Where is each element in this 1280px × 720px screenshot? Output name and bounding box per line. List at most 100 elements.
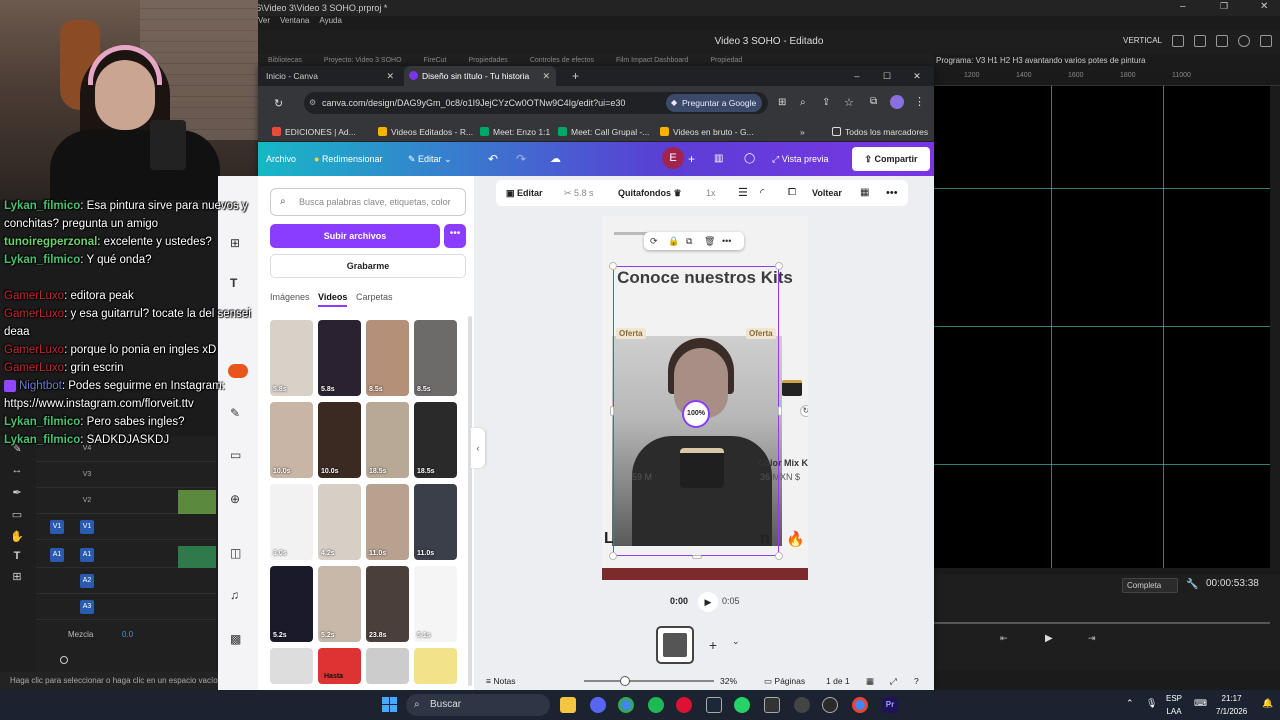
minimize-icon[interactable]: – xyxy=(842,66,872,86)
chat-username[interactable]: tunoiregperzonal xyxy=(4,236,97,248)
undo-icon[interactable]: ↶ xyxy=(488,142,498,176)
resize-handle[interactable] xyxy=(778,406,782,416)
track-label[interactable]: A1 xyxy=(80,548,94,562)
hand-icon[interactable]: ✋ xyxy=(10,530,24,543)
rotate-handle-icon[interactable]: ↻ xyxy=(800,405,808,417)
resize-handle[interactable] xyxy=(609,552,617,560)
video-thumbnail[interactable]: 8.5s xyxy=(366,320,409,396)
help-icon[interactable]: ? xyxy=(914,676,919,686)
file-explorer-icon[interactable] xyxy=(560,697,576,713)
archivo-menu[interactable]: Archivo xyxy=(266,142,296,176)
ripple-icon[interactable]: ↔ xyxy=(10,464,24,476)
minimize-icon[interactable]: – xyxy=(1180,1,1186,12)
extensions-icon[interactable]: ⧉ xyxy=(870,96,877,107)
upload-files-button[interactable]: Subir archivos xyxy=(270,224,440,248)
tray-chevron-icon[interactable]: ⌃ xyxy=(1126,698,1134,709)
app-icon[interactable] xyxy=(676,697,692,713)
replace-icon[interactable]: ⟳ xyxy=(650,232,658,250)
resize-handle[interactable] xyxy=(775,552,783,560)
volume-menu-icon[interactable]: ☰ xyxy=(738,180,748,206)
panel-scrollbar[interactable] xyxy=(468,316,472,686)
translate-icon[interactable]: ⊞ xyxy=(778,97,786,108)
video-thumbnail[interactable]: 23.8s xyxy=(366,566,409,642)
mix-value[interactable]: 0.0 xyxy=(122,630,133,639)
grid-view-icon[interactable]: ▦ xyxy=(866,676,874,687)
bookmark-item[interactable]: EDICIONES | Ad... xyxy=(272,122,356,142)
bookmark-item[interactable]: Videos en bruto - G... xyxy=(660,122,754,142)
chat-username[interactable]: GamerLuxo xyxy=(4,290,64,302)
video-thumbnail[interactable]: 5.8s xyxy=(270,320,313,396)
video-thumbnail[interactable]: 5.2s xyxy=(270,566,313,642)
discord-icon[interactable] xyxy=(590,697,606,713)
chevron-down-icon[interactable]: ⌄ xyxy=(732,636,740,647)
address-bar[interactable]: ⚙ canva.com/design/DAG9yGm_0c8/o1I9JejCY… xyxy=(304,92,768,114)
app-icon[interactable] xyxy=(794,697,810,713)
rectangle-icon[interactable]: ▭ xyxy=(10,508,24,521)
search-input[interactable]: ⌕ Busca palabras clave, etiquetas, color xyxy=(270,188,466,216)
track-label[interactable]: A2 xyxy=(80,574,94,588)
taskbar-search[interactable]: ⌕ Buscar xyxy=(406,694,550,716)
zoom-slider-thumb[interactable] xyxy=(620,676,630,686)
profile-avatar[interactable] xyxy=(890,95,904,109)
premiere-window-controls[interactable]: – ❐ ✕ xyxy=(1160,0,1280,16)
speed-button[interactable]: 1x xyxy=(706,180,716,206)
ask-google-button[interactable]: ◆ Preguntar a Google xyxy=(666,94,763,112)
microphone-icon[interactable]: 🎙 xyxy=(1146,698,1157,709)
track-label[interactable]: V2 xyxy=(80,494,94,508)
language-indicator[interactable]: ESP LAA xyxy=(1166,692,1182,718)
program-monitor[interactable] xyxy=(934,86,1270,568)
tab-inicio-canva[interactable]: Inicio - Canva ✕ xyxy=(258,66,400,86)
more-icon[interactable]: ••• xyxy=(722,232,731,250)
bookmark-star-icon[interactable]: ☆ xyxy=(844,96,854,109)
video-thumbnail[interactable] xyxy=(366,648,409,684)
trim-button[interactable]: ✂ 5.8 s xyxy=(564,180,594,206)
upload-more-button[interactable]: ••• xyxy=(444,224,466,248)
share-button[interactable]: ⇪ Compartir xyxy=(852,147,930,171)
resize-handle[interactable] xyxy=(775,262,783,270)
video-thumbnail[interactable]: 18.5s xyxy=(366,402,409,478)
share-page-icon[interactable]: ⇪ xyxy=(822,97,830,108)
caption-icon[interactable]: ⊞ xyxy=(10,570,24,583)
video-thumbnail[interactable]: Hasta xyxy=(318,648,361,684)
video-thumbnail[interactable]: 11.0s xyxy=(366,484,409,560)
video-thumbnail[interactable] xyxy=(414,648,457,684)
maximize-icon[interactable]: ☐ xyxy=(872,66,902,86)
audio-clip[interactable] xyxy=(178,546,216,568)
zoom-slider[interactable] xyxy=(584,680,714,682)
new-tab-button[interactable]: + xyxy=(564,66,579,86)
program-play-icon[interactable]: ▶ xyxy=(1045,633,1053,644)
track-row[interactable]: A3 xyxy=(36,594,216,620)
zoom-select[interactable]: Completa xyxy=(1122,578,1178,593)
more-options-icon[interactable]: ••• xyxy=(886,180,898,206)
bg-remover-button[interactable]: Quitafondos ♛ xyxy=(618,180,682,206)
tab-folders[interactable]: Carpetas xyxy=(356,292,393,302)
premiere-icon[interactable]: Pr xyxy=(882,697,898,713)
all-bookmarks[interactable]: Todos los marcadores xyxy=(832,122,928,142)
apps-icon[interactable]: ⊕ xyxy=(230,492,240,506)
transparency-icon[interactable]: ▦ xyxy=(860,180,869,206)
video-thumbnail[interactable]: 11.0s xyxy=(414,484,457,560)
comment-icon[interactable]: ◯ xyxy=(744,142,755,176)
source-patch-a1[interactable]: A1 xyxy=(50,548,64,562)
chat-username[interactable]: Lykan_filmico xyxy=(4,416,80,428)
content-icon[interactable]: ◫ xyxy=(230,546,241,560)
app-icon[interactable] xyxy=(764,697,780,713)
close-tab-icon[interactable]: ✕ xyxy=(386,66,394,86)
text-tool-icon[interactable]: T xyxy=(10,550,24,562)
more-bookmarks-icon[interactable]: » xyxy=(800,122,805,142)
audio-icon[interactable]: ♫ xyxy=(230,588,239,602)
fullscreen-icon[interactable] xyxy=(1260,35,1272,47)
clock[interactable]: 21:17 7/1/2026 xyxy=(1216,692,1247,718)
bookmark-item[interactable]: Meet: Enzo 1:1 xyxy=(480,122,550,142)
tab-images[interactable]: Imágenes xyxy=(270,292,310,302)
program-monitor-tab[interactable]: Programa: V3 H1 H2 H3 avantando varios p… xyxy=(936,54,1145,68)
maximize-icon[interactable]: ❐ xyxy=(1220,1,1228,12)
track-row[interactable]: A1 A1 xyxy=(36,542,216,568)
chrome-icon[interactable] xyxy=(852,697,868,713)
wrench-icon[interactable]: 🔧 xyxy=(1186,579,1198,590)
spotify-icon[interactable] xyxy=(648,697,664,713)
steam-icon[interactable] xyxy=(706,697,722,713)
collapse-panel-button[interactable]: ‹ xyxy=(471,428,485,468)
video-thumbnail[interactable] xyxy=(270,648,313,684)
menu-item-ver[interactable]: Ver xyxy=(258,16,270,30)
